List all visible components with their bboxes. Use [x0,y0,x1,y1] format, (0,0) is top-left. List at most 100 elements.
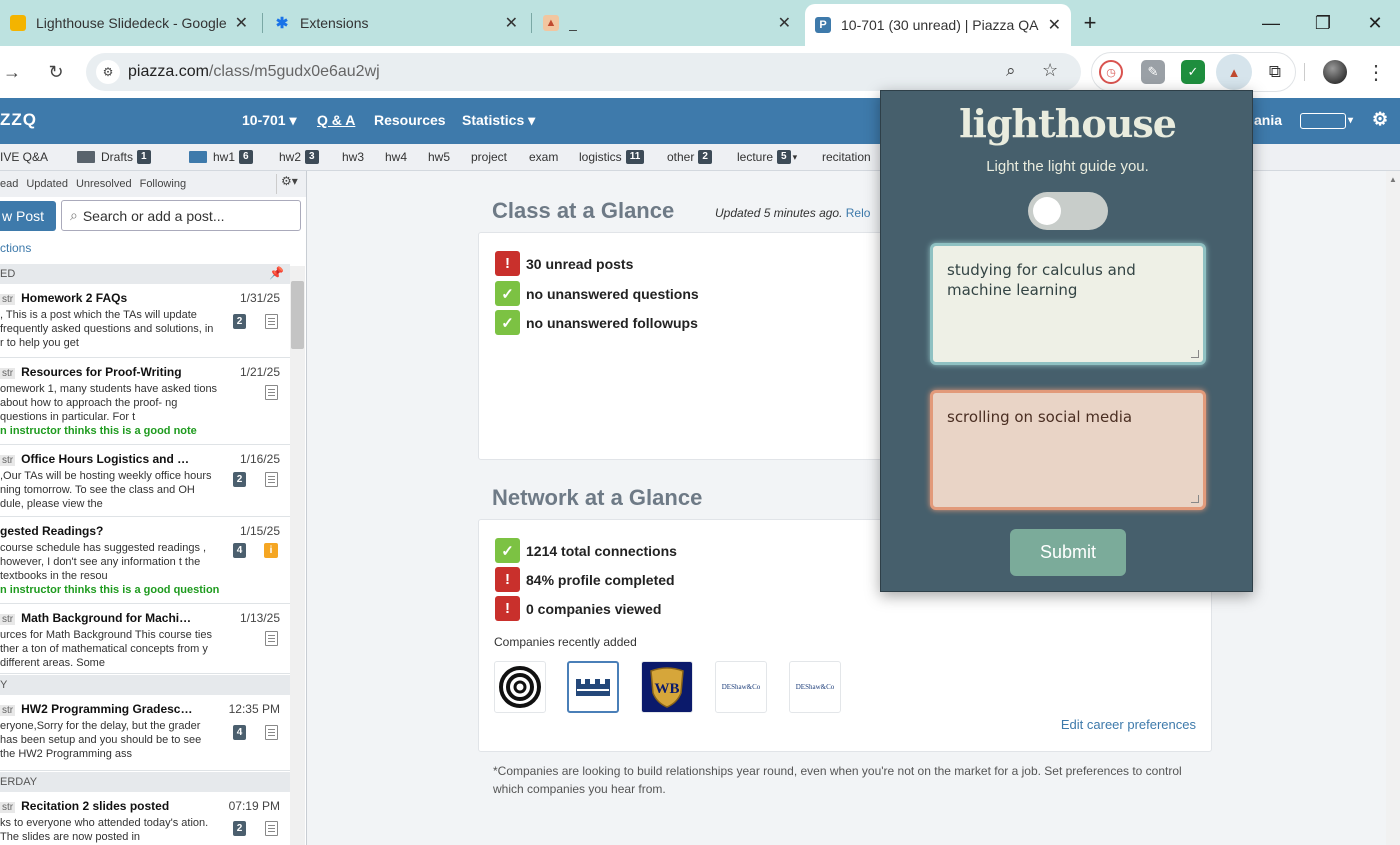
note-icon [265,385,278,400]
note-extension-icon[interactable]: ✎ [1141,60,1165,84]
folder-logistics[interactable]: logistics 11 [579,150,645,164]
new-post-button[interactable]: w Post [0,201,56,231]
profile-avatar[interactable] [1323,60,1347,84]
distraction-textarea[interactable]: scrolling on social media [930,390,1206,510]
list-item[interactable]: str Recitation 2 slides posted 07:19 PM k… [0,792,290,845]
folder-lecture[interactable]: lecture 5 ▾ [737,150,797,164]
toggle-knob [1033,197,1061,225]
reload-link[interactable]: Relo [846,206,871,220]
note-icon [265,821,278,836]
companies-label: Companies recently added [494,635,637,649]
nav-resources[interactable]: Resources [374,112,446,128]
note-icon [265,472,278,487]
folder-hw1[interactable]: hw1 6 [189,150,253,164]
stat-profile-completed[interactable]: ! 84% profile completed [495,567,675,592]
close-icon[interactable]: ✕ [505,13,518,33]
focus-toggle[interactable] [1028,192,1108,230]
zoom-icon[interactable]: ⌕ [1006,61,1016,81]
stat-total-connections[interactable]: ✓ 1214 total connections [495,538,677,563]
filter-updated[interactable]: Updated [26,178,68,190]
folder-hw3[interactable]: hw3 [342,150,364,164]
folder-hw4[interactable]: hw4 [385,150,407,164]
resize-grip-icon[interactable] [1191,350,1199,358]
user-name[interactable]: ania [1254,112,1282,128]
pin-icon: 📌 [269,266,284,280]
list-item[interactable]: str Homework 2 FAQs 1/31/25 , This is a p… [0,284,290,358]
alert-icon: ! [495,251,520,276]
restore-button[interactable]: ❐ [1298,0,1348,46]
list-item[interactable]: str Resources for Proof-Writing 1/21/25 o… [0,358,290,445]
wb-logo[interactable]: WB [641,661,693,713]
nav-qa[interactable]: Q & A [317,112,355,128]
sidebar-scrollbar[interactable] [290,266,305,845]
goal-textarea[interactable]: studying for calculus and machine learni… [930,243,1206,365]
tab-lighthouse[interactable]: ▲ _ ✕ [533,0,801,46]
stat-unanswered-followups[interactable]: ✓ no unanswered followups [495,310,698,335]
good-note-label: n instructor thinks this is a good note [0,425,197,437]
menu-kebab-icon[interactable]: ⋮ [1364,60,1388,84]
piazza-logo[interactable]: ZZQ [0,110,37,130]
note-icon [265,725,278,740]
close-icon[interactable]: ✕ [235,13,248,33]
tab-slidedeck[interactable]: Lighthouse Slidedeck - Google ✕ [0,0,258,46]
stat-unread-posts[interactable]: ! 30 unread posts [495,251,633,276]
folder-project[interactable]: project [471,150,507,164]
list-item[interactable]: str Office Hours Logistics and … 1/16/25 … [0,445,290,517]
list-item[interactable]: gested Readings? 1/15/25 course schedule… [0,517,290,604]
class-glance-title: Class at a Glance [492,198,675,223]
url-text: piazza.com/class/m5gudx0e6au2wj [128,63,380,80]
timer-extension-icon[interactable]: ◷ [1099,60,1123,84]
stat-unanswered-questions[interactable]: ✓ no unanswered questions [495,281,699,306]
lighthouse-extension-icon[interactable]: ▲ [1216,54,1252,90]
chevron-down-icon[interactable]: ▾ [1348,115,1353,126]
sidebar-scroll-thumb[interactable] [291,281,304,349]
folder-icon [77,151,95,163]
folder-drafts[interactable]: Drafts 1 [77,150,151,164]
filter-following[interactable]: Following [140,178,186,190]
tab-extensions[interactable]: ✱ Extensions ✕ [264,0,528,46]
window-close-button[interactable]: ✕ [1350,0,1400,46]
ring-logo[interactable] [494,661,546,713]
nav-statistics[interactable]: Statistics ▾ [462,112,535,129]
folder-live-qa[interactable]: IVE Q&A [0,150,48,164]
folder-exam[interactable]: exam [529,150,558,164]
forward-icon[interactable]: → [0,60,24,84]
address-bar[interactable]: ⚙ piazza.com/class/m5gudx0e6au2wj ⌕ ☆ [86,53,1081,91]
list-item[interactable]: str Math Background for Machi… 1/13/25 ur… [0,604,290,674]
castle-logo[interactable] [567,661,619,713]
submit-button[interactable]: Submit [1010,529,1126,576]
close-icon[interactable]: ✕ [1048,15,1061,35]
companies-footnote: *Companies are looking to build relation… [493,764,1182,796]
bookmark-star-icon[interactable]: ☆ [1042,60,1058,81]
feed-settings-gear-icon[interactable]: ⚙▾ [276,174,304,194]
user-menu-box[interactable] [1300,113,1346,129]
folder-hw2[interactable]: hw2 3 [279,150,319,164]
close-icon[interactable]: ✕ [778,13,791,33]
folder-hw5[interactable]: hw5 [428,150,450,164]
gear-icon[interactable]: ⚙ [1372,109,1388,130]
deshaw-logo[interactable]: DEShaw&Co [715,661,767,713]
checkbox-extension-icon[interactable]: ✓ [1181,60,1205,84]
course-selector[interactable]: 10-701 ▾ [242,112,297,129]
extensions-puzzle-icon[interactable]: ⧉ [1263,60,1287,84]
filter-unread[interactable]: ead [0,178,18,190]
list-item[interactable]: str HW2 Programming Gradesc… 12:35 PM ery… [0,695,290,771]
actions-link[interactable]: ctions [0,241,31,255]
resize-grip-icon[interactable] [1191,495,1199,503]
stat-companies-viewed[interactable]: ! 0 companies viewed [495,596,661,621]
scroll-up-icon[interactable]: ▲ [1389,175,1397,184]
deshaw-logo[interactable]: DEShaw&Co [789,661,841,713]
network-glance-title: Network at a Glance [492,485,703,510]
search-input[interactable]: ⌕ Search or add a post... [61,200,301,231]
folder-other[interactable]: other 2 [667,150,712,164]
minimize-button[interactable]: — [1246,0,1296,46]
tab-piazza[interactable]: P 10-701 (30 unread) | Piazza QA ✕ [805,4,1071,46]
new-tab-button[interactable]: + [1066,0,1114,46]
edit-career-preferences-link[interactable]: Edit career preferences [1061,717,1196,732]
filter-unresolved[interactable]: Unresolved [76,178,132,190]
folder-recitation[interactable]: recitation [822,150,871,164]
good-question-label: n instructor thinks this is a good quest… [0,584,220,596]
site-info-icon[interactable]: ⚙ [96,60,120,84]
reload-icon[interactable]: ↻ [44,60,68,84]
page-scrollbar[interactable]: ▲ [1386,171,1400,845]
